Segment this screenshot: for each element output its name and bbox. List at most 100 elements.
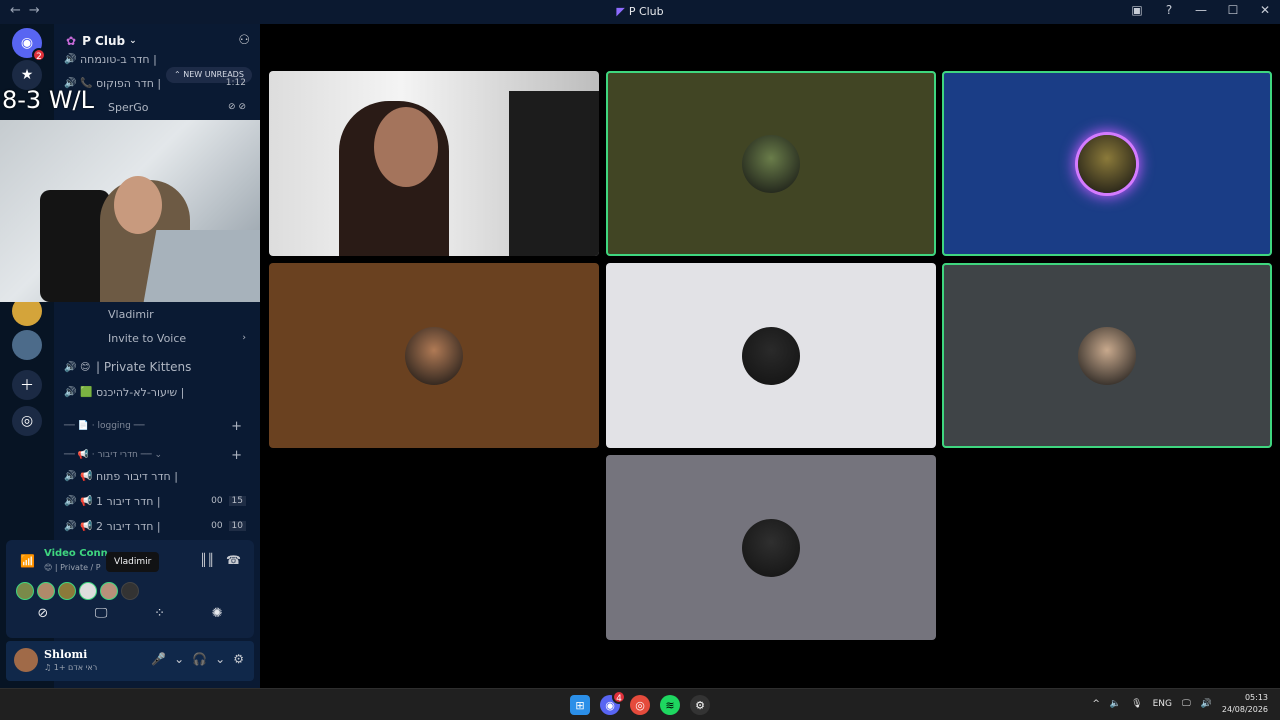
window-title: ◤ P Club (616, 5, 664, 18)
avatar (742, 326, 800, 385)
speaker-icon: 🔊 (64, 361, 77, 373)
discord-logo-icon: ◤ (616, 5, 625, 18)
windows-start-icon[interactable]: ⊞ (570, 695, 590, 715)
spotify-icon[interactable]: ≋ (660, 695, 680, 715)
chevron-up-icon[interactable]: ^ (1092, 699, 1100, 709)
megaphone-icon: 📢 (80, 520, 93, 532)
person-head (374, 107, 438, 187)
channel-item[interactable]: 🔊 📢 חדר דיבור 2 | 00 10 (64, 515, 252, 537)
avatar[interactable] (79, 582, 97, 600)
avatar[interactable] (121, 582, 139, 600)
invite-to-voice[interactable]: Invite to Voice › (64, 327, 252, 349)
system-tray: ^ 🔈 🎙 ENG 🖵 🔊 05:13 24/08/2026 (1092, 692, 1268, 716)
add-channel-icon[interactable]: + (231, 448, 242, 463)
clock[interactable]: 05:13 24/08/2026 (1222, 692, 1268, 716)
microphone-icon[interactable]: 🎤 (151, 652, 166, 666)
avatar[interactable] (37, 582, 55, 600)
screen-share-icon[interactable]: 🖵 (95, 606, 108, 621)
speaker-icon: 🔊 (64, 470, 77, 482)
tooltip: Vladimir (106, 552, 160, 572)
voice-channel-subtitle[interactable]: 😊 | Private / P (44, 563, 101, 572)
chrome-icon[interactable]: ◎ (630, 695, 650, 715)
stream-overlay-text: 8-3 W/L (2, 86, 95, 114)
voice-actions: ⊘ 🖵 ⁘ ✺ (14, 606, 246, 621)
voice-connection-panel: 📶 Video Conn 😊 | Private / P Vladimir ║║… (6, 540, 254, 638)
maximize-button[interactable]: ☐ (1224, 3, 1242, 17)
webcam-overlay (0, 120, 294, 302)
activities-icon[interactable]: ⁘ (154, 606, 165, 621)
avatar[interactable] (100, 582, 118, 600)
add-member-icon[interactable]: ⚇ (238, 33, 250, 48)
monitor-shape (509, 91, 599, 256)
minimize-button[interactable]: — (1192, 3, 1210, 17)
compass-icon: ◎ (20, 413, 34, 429)
network-icon[interactable]: 🖵 (1182, 699, 1191, 709)
channel-item[interactable]: 🔊 😊 | Private Kittens (64, 356, 252, 378)
avatar (1078, 134, 1136, 193)
volume-icon[interactable]: 🔊 (1201, 699, 1212, 709)
avatar (1078, 326, 1136, 385)
home-badge: 2 (32, 48, 46, 62)
steam-icon[interactable]: ⚙ (690, 695, 710, 715)
speaker-icon: 🔊 (64, 520, 77, 532)
chevron-down-icon: ⌄ (129, 36, 137, 46)
noise-suppression-icon[interactable]: ║║ (200, 553, 214, 567)
megaphone-icon: 📢 (80, 495, 93, 507)
video-tile-participant[interactable] (942, 71, 1272, 256)
user-controls: 🎤 ⌄ 🎧 ⌄ ⚙ (151, 652, 244, 666)
category-voice-rooms[interactable]: ── 📢 · חדרי דיבור ── ⌄ + (64, 446, 252, 464)
plus-icon: ＋ (20, 378, 34, 394)
chevron-right-icon: › (242, 333, 246, 343)
muted-icons: ⊘ ⊘ (228, 102, 246, 112)
video-tile-participant[interactable] (942, 263, 1272, 448)
speaker-icon: 🔊 (64, 53, 77, 65)
avatar (405, 326, 463, 385)
speaker-icon[interactable]: 🔈 (1110, 699, 1121, 709)
language-indicator[interactable]: ENG (1153, 699, 1172, 709)
avatar[interactable] (58, 582, 76, 600)
channel-item[interactable]: 🔊 📢 חדר דיבור 1 | 00 15 (64, 490, 252, 512)
category-logging[interactable]: ── 📄 · logging ── + (64, 417, 252, 435)
server-folder[interactable] (12, 330, 42, 360)
video-tile-camera[interactable] (269, 71, 599, 256)
server-icon: ✿ (66, 34, 77, 48)
video-tile-participant[interactable] (606, 455, 936, 640)
speaker-icon: 🔊 (64, 386, 77, 398)
help-icon[interactable]: ? (1160, 3, 1178, 17)
add-server-button[interactable]: ＋ (12, 370, 42, 400)
add-channel-icon[interactable]: + (231, 419, 242, 434)
avatar (742, 518, 800, 577)
avatar[interactable] (14, 648, 38, 672)
video-tile-participant[interactable] (269, 263, 599, 448)
soundboard-icon[interactable]: ✺ (212, 606, 223, 621)
disconnect-icon[interactable]: ☎ (226, 553, 241, 567)
inbox-icon[interactable]: ▣ (1128, 3, 1146, 17)
person-head (114, 176, 162, 234)
voice-participants (16, 582, 139, 600)
title-bar: ←→ ◤ P Club ▣ ? — ☐ ✕ (0, 0, 1280, 24)
close-button[interactable]: ✕ (1256, 3, 1274, 17)
video-tile-participant[interactable] (606, 71, 936, 256)
gear-icon[interactable]: ⚙ (233, 652, 244, 666)
voice-status-title[interactable]: Video Conn (44, 548, 108, 559)
discover-button[interactable]: ◎ (12, 406, 42, 436)
home-button[interactable]: ◉ 2 (12, 28, 46, 62)
camera-off-icon[interactable]: ⊘ (37, 606, 48, 621)
window-controls: ▣ ? — ☐ ✕ (1128, 3, 1274, 17)
chevron-down-icon[interactable]: ⌄ (174, 652, 184, 666)
channel-item[interactable]: 🔊 📢 חדר דיבור פתוח | (64, 465, 252, 487)
chevron-down-icon[interactable]: ⌄ (215, 652, 225, 666)
video-tile-participant[interactable] (606, 263, 936, 448)
username[interactable]: Shlomi (44, 648, 87, 661)
headphones-icon[interactable]: 🎧 (192, 652, 207, 666)
avatar[interactable] (16, 582, 34, 600)
voice-member[interactable]: Vladimir (64, 303, 252, 325)
microphone-icon[interactable]: 🎙 (1131, 699, 1142, 709)
discord-home-icon: ◉ (20, 35, 34, 51)
channel-item[interactable]: 🔊 🟩 שיעור-לא-להיכנס | (64, 381, 252, 403)
discord-app-icon[interactable]: ◉ 4 (600, 690, 626, 715)
speaker-icon: 🔊 (64, 495, 77, 507)
video-grid (260, 24, 1280, 688)
megaphone-icon: 📢 (80, 470, 93, 482)
avatar (742, 134, 800, 193)
